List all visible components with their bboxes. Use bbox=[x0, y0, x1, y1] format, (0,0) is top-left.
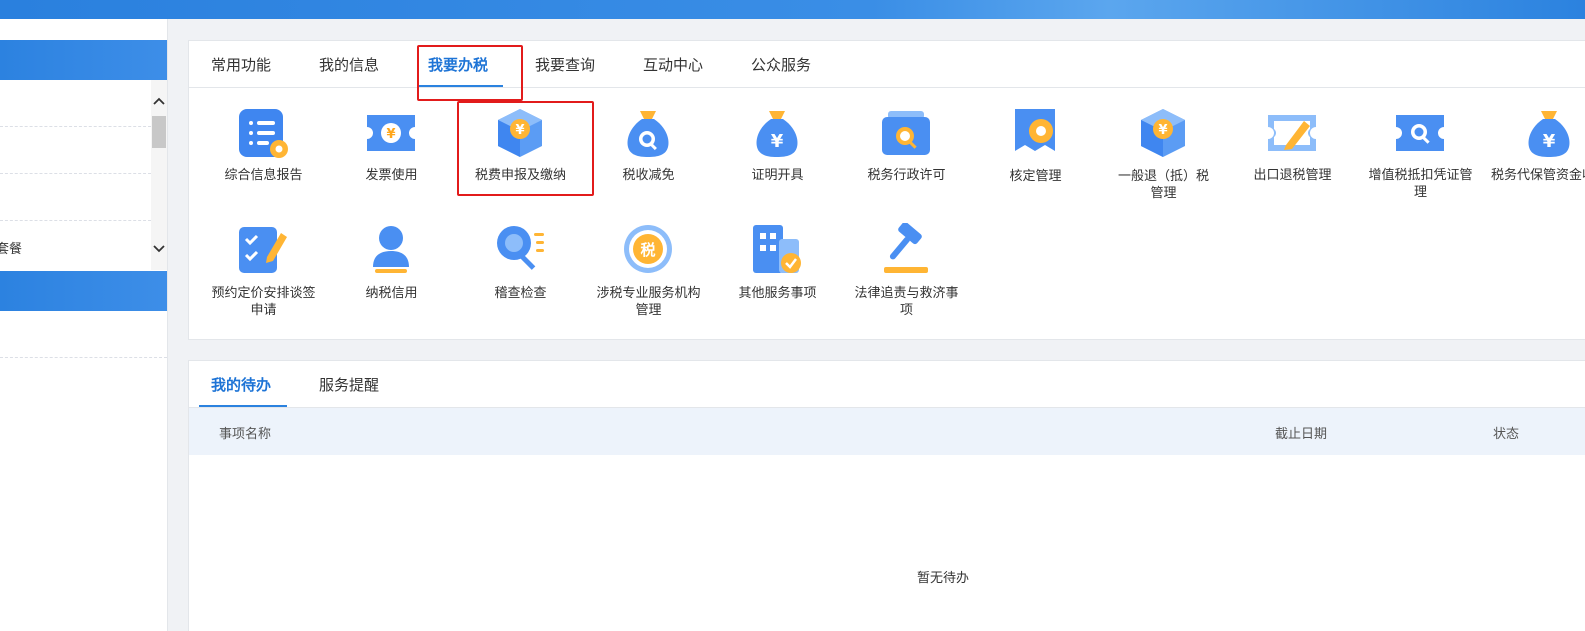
highlight-box-tab bbox=[417, 45, 523, 101]
highlight-box-function bbox=[457, 101, 594, 196]
scrollbar-thumb[interactable] bbox=[152, 116, 166, 148]
func-pricing-arrangement[interactable]: 预约定价安排谈签申请 bbox=[199, 223, 328, 319]
folder-search-icon bbox=[880, 107, 932, 159]
func-administrative-permit[interactable]: 税务行政许可 bbox=[842, 107, 971, 187]
todo-panel: 我的待办 服务提醒 事项名称 截止日期 状态 暂无待办 bbox=[188, 360, 1585, 631]
money-bag-search-icon bbox=[622, 107, 674, 159]
money-bag-yuan-icon: ¥ bbox=[1523, 107, 1575, 159]
sidebar-item[interactable] bbox=[0, 127, 151, 174]
sidebar-scrollbar[interactable] bbox=[151, 80, 167, 270]
func-tax-credit[interactable]: 纳税信用 bbox=[327, 223, 456, 303]
func-invoice-use[interactable]: ¥ 发票使用 bbox=[327, 107, 456, 187]
column-status: 状态 bbox=[1493, 427, 1520, 442]
sidebar-header-bar bbox=[0, 40, 167, 80]
main-tabs: 常用功能 我的信息 我要办税 我要查询 互动中心 公众服务 bbox=[189, 41, 1585, 88]
empty-state-text: 暂无待办 bbox=[917, 571, 970, 586]
tab-query[interactable]: 我要查询 bbox=[535, 55, 595, 75]
sidebar: 套餐 bbox=[0, 19, 168, 631]
ticket-edit-icon bbox=[1266, 107, 1318, 159]
column-item-name: 事项名称 bbox=[219, 427, 272, 442]
tab-my-info[interactable]: 我的信息 bbox=[319, 55, 379, 75]
yuan-cube-icon: ¥ bbox=[1137, 107, 1189, 159]
func-fund-custody[interactable]: ¥ 税务代保管资金收取 bbox=[1485, 107, 1585, 203]
tab-common-functions[interactable]: 常用功能 bbox=[211, 55, 271, 75]
tax-seal-icon: 税 bbox=[622, 223, 674, 275]
func-legal-remedy[interactable]: 法律追责与救济事项 bbox=[842, 221, 971, 319]
svg-text:¥: ¥ bbox=[1158, 123, 1167, 138]
badge-gear-icon bbox=[1009, 107, 1061, 159]
svg-text:¥: ¥ bbox=[1543, 131, 1556, 152]
svg-text:¥: ¥ bbox=[386, 127, 395, 142]
function-panel: 常用功能 我的信息 我要办税 我要查询 互动中心 公众服务 综合信息报告 ¥ 发… bbox=[188, 40, 1585, 340]
tab-service-reminder[interactable]: 服务提醒 bbox=[319, 375, 379, 395]
func-certificate-issue[interactable]: ¥ 证明开具 bbox=[713, 107, 842, 187]
func-inspection[interactable]: 稽查检查 bbox=[456, 223, 585, 303]
func-other-services[interactable]: 其他服务事项 bbox=[713, 223, 842, 303]
func-tax-agency-management[interactable]: 税 涉税专业服务机构管理 bbox=[584, 223, 713, 319]
sidebar-item[interactable] bbox=[0, 311, 167, 358]
func-comprehensive-report[interactable]: 综合信息报告 bbox=[199, 107, 328, 187]
document-list-icon bbox=[237, 107, 289, 159]
invoice-ticket-icon: ¥ bbox=[365, 107, 417, 159]
todo-tabs: 我的待办 服务提醒 bbox=[189, 361, 1585, 408]
sidebar-list: 套餐 bbox=[0, 80, 151, 270]
gavel-icon bbox=[880, 221, 932, 275]
func-tax-reduction[interactable]: 税收减免 bbox=[584, 107, 713, 187]
sidebar-section-bar bbox=[0, 271, 167, 311]
tab-my-todo[interactable]: 我的待办 bbox=[211, 375, 271, 395]
top-banner bbox=[0, 0, 1585, 19]
money-bag-yuan-icon: ¥ bbox=[751, 107, 803, 159]
ticket-search-icon bbox=[1394, 107, 1446, 159]
active-tab-underline bbox=[199, 405, 287, 407]
svg-text:¥: ¥ bbox=[771, 131, 784, 152]
sidebar-item[interactable] bbox=[0, 174, 151, 221]
tab-interaction-center[interactable]: 互动中心 bbox=[643, 55, 703, 75]
func-vat-deduction[interactable]: 增值税抵扣凭证管理 bbox=[1356, 107, 1485, 203]
building-check-icon bbox=[751, 223, 803, 275]
user-icon bbox=[365, 223, 417, 275]
checklist-pen-icon bbox=[237, 223, 289, 275]
sidebar-item[interactable] bbox=[0, 80, 151, 127]
func-general-refund[interactable]: ¥ 一般退（抵）税管理 bbox=[1099, 107, 1228, 203]
todo-table-header: 事项名称 截止日期 状态 bbox=[189, 408, 1585, 455]
column-deadline: 截止日期 bbox=[1275, 427, 1328, 442]
chevron-up-icon[interactable] bbox=[151, 94, 167, 110]
func-export-refund[interactable]: 出口退税管理 bbox=[1228, 107, 1357, 187]
func-assessment-management[interactable]: 核定管理 bbox=[971, 107, 1100, 187]
magnifier-list-icon bbox=[494, 223, 546, 275]
chevron-down-icon[interactable] bbox=[151, 242, 167, 258]
svg-text:税: 税 bbox=[640, 241, 655, 259]
sidebar-item[interactable]: 套餐 bbox=[0, 221, 151, 270]
tab-public-service[interactable]: 公众服务 bbox=[751, 55, 811, 75]
